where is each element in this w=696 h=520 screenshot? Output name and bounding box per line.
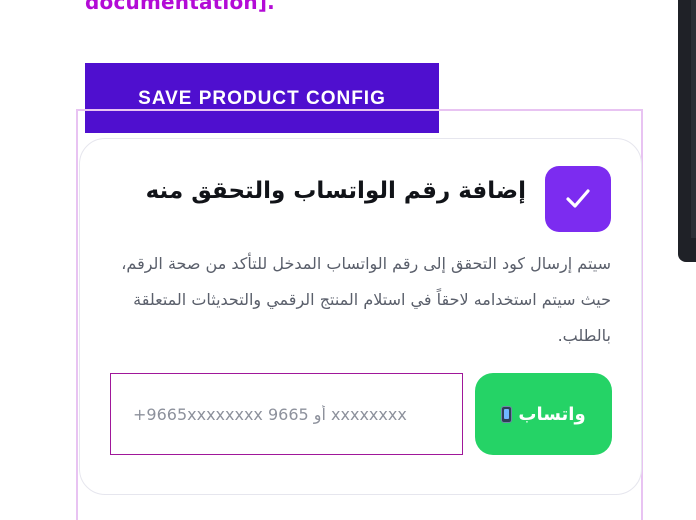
whatsapp-button[interactable]: واتساب — [475, 373, 612, 455]
mobile-phone-icon — [501, 405, 513, 423]
documentation-link[interactable]: documentation]. — [85, 0, 275, 14]
whatsapp-number-input[interactable] — [110, 373, 463, 455]
card-title: إضافة رقم الواتساب والتحقق منه — [145, 178, 526, 204]
page: documentation]. SAVE PRODUCT CONFIG إضاف… — [0, 0, 696, 520]
side-panel-scrollbar[interactable] — [691, 0, 696, 238]
save-product-config-button[interactable]: SAVE PRODUCT CONFIG — [85, 63, 439, 133]
whatsapp-button-label: واتساب — [518, 403, 586, 425]
check-badge — [545, 166, 611, 232]
check-icon — [566, 189, 590, 208]
card-description: سيتم إرسال كود التحقق إلى رقم الواتساب ا… — [121, 254, 611, 345]
